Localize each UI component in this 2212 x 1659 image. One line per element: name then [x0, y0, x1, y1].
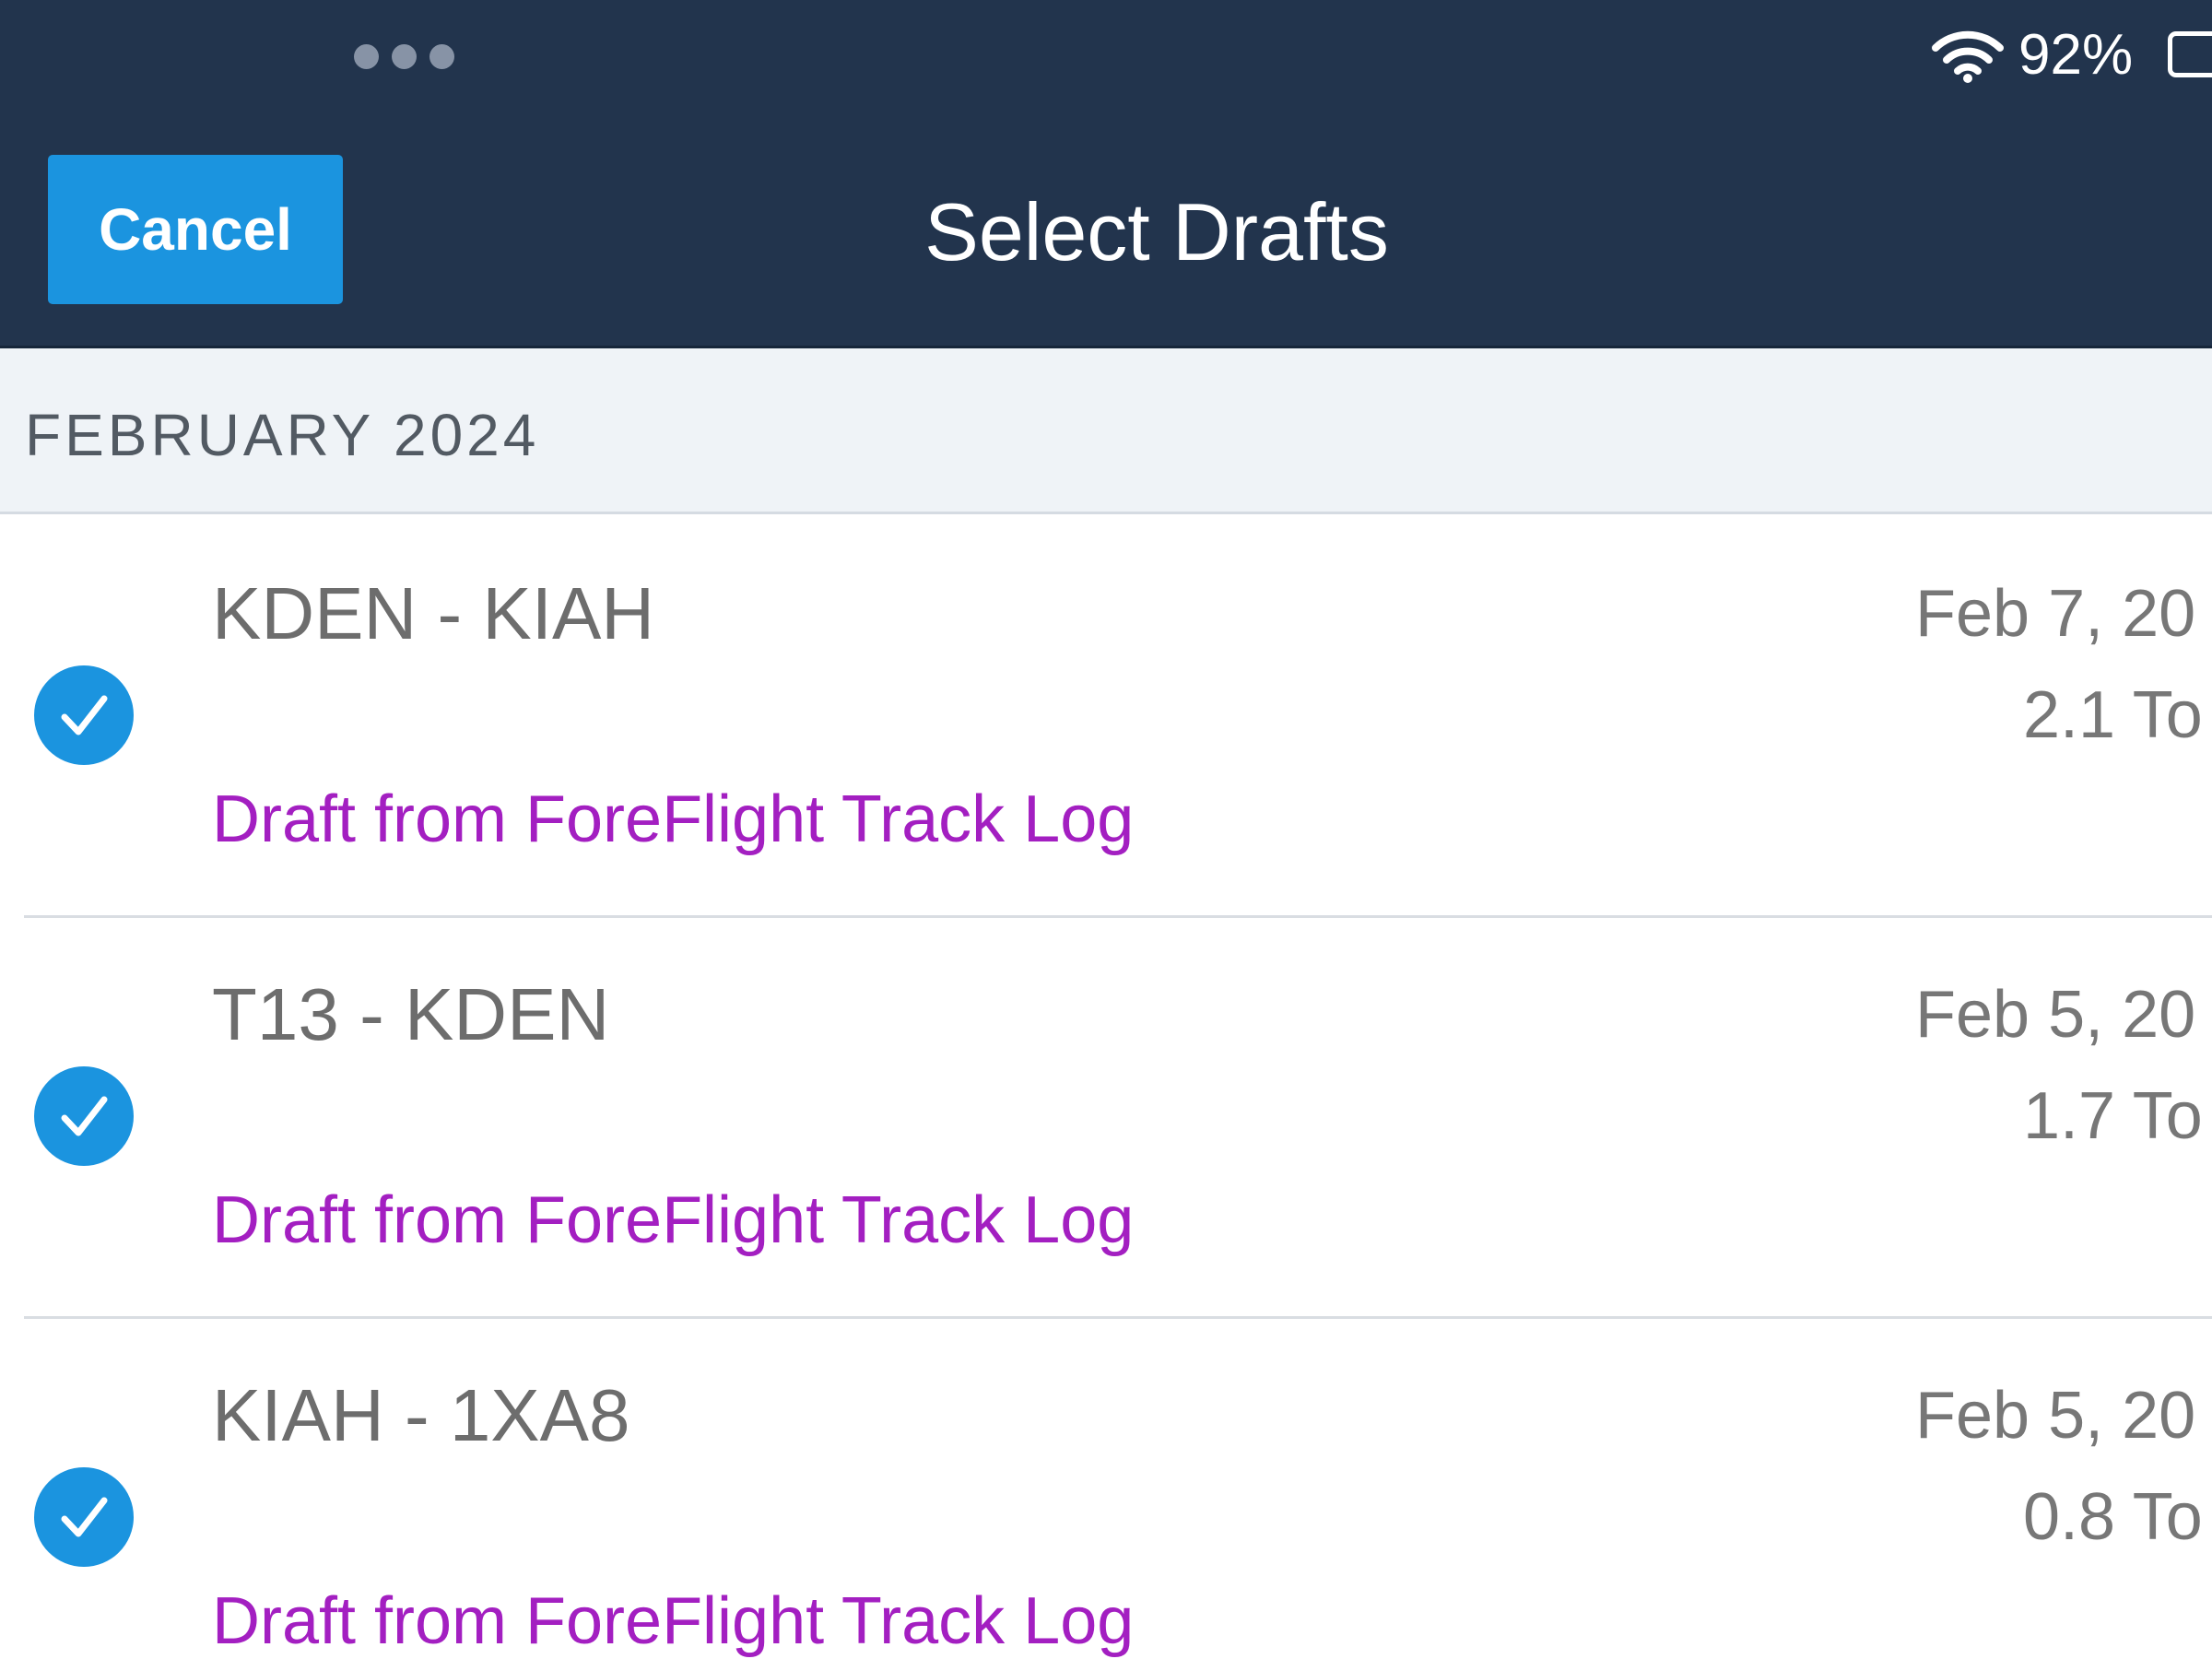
dot	[392, 44, 417, 69]
draft-row[interactable]: KIAH - 1XA8 Draft from ForeFlight Track …	[0, 1319, 2212, 1659]
draft-row[interactable]: T13 - KDEN Draft from ForeFlight Track L…	[0, 918, 2212, 1319]
dot	[354, 44, 379, 69]
draft-source: Draft from ForeFlight Track Log	[212, 1183, 1135, 1257]
draft-date: Feb 5, 20	[1915, 1379, 2196, 1453]
checkmark-icon[interactable]	[34, 1066, 134, 1166]
three-dots-icon[interactable]	[354, 44, 454, 69]
checkmark-icon[interactable]	[34, 665, 134, 765]
draft-source: Draft from ForeFlight Track Log	[212, 782, 1135, 856]
draft-route: T13 - KDEN	[212, 973, 610, 1055]
draft-source: Draft from ForeFlight Track Log	[212, 1584, 1135, 1658]
battery-percentage: 92%	[2018, 23, 2134, 87]
draft-route: KIAH - 1XA8	[212, 1374, 630, 1456]
navigation-bar: 92% Cancel Select Drafts	[0, 0, 2212, 348]
checkmark-icon[interactable]	[34, 1467, 134, 1567]
wifi-icon	[1932, 30, 2004, 83]
draft-date: Feb 7, 20	[1915, 577, 2196, 651]
draft-row[interactable]: KDEN - KIAH Draft from ForeFlight Track …	[0, 517, 2212, 918]
screen: 92% Cancel Select Drafts FEBRUARY 2024 K…	[0, 0, 2212, 1659]
draft-total: 1.7 To	[2023, 1079, 2203, 1153]
draft-date: Feb 5, 20	[1915, 978, 2196, 1052]
draft-total: 0.8 To	[2023, 1480, 2203, 1554]
draft-route: KDEN - KIAH	[212, 572, 655, 654]
section-title: FEBRUARY 2024	[25, 402, 540, 468]
dot	[429, 44, 454, 69]
battery-icon	[2168, 31, 2212, 77]
page-title: Select Drafts	[924, 186, 1389, 277]
draft-total: 2.1 To	[2023, 678, 2203, 752]
